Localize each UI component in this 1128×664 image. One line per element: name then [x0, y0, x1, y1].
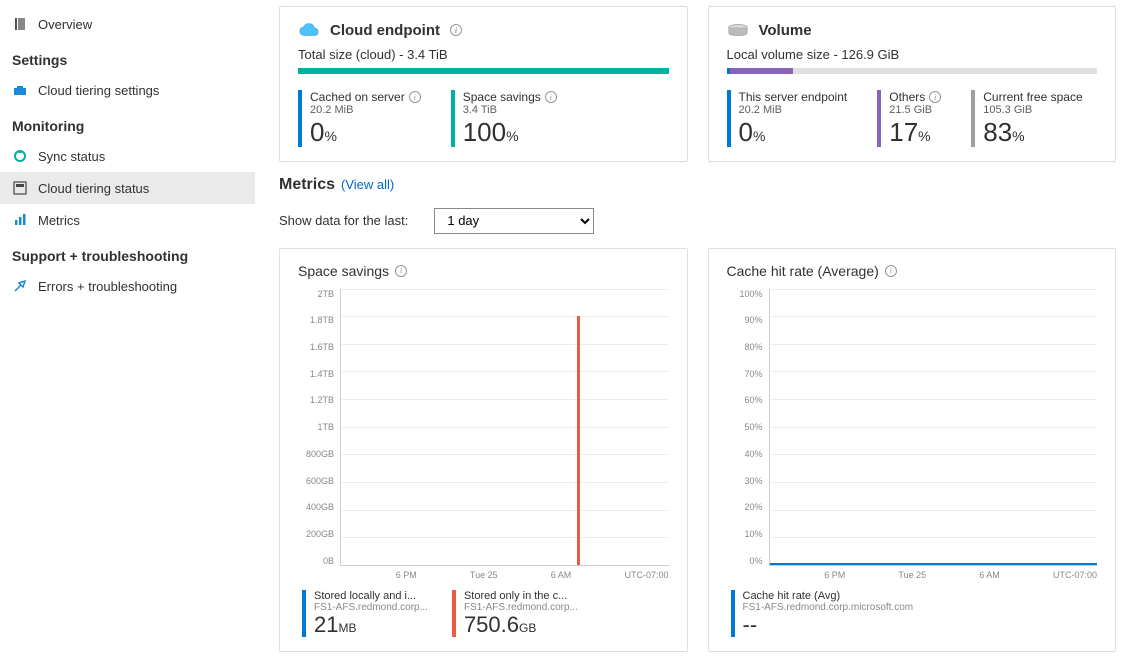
stat-space-savings: Space savingsi 3.4 TiB 100%: [451, 90, 557, 147]
nav-errors-troubleshooting[interactable]: Errors + troubleshooting: [0, 270, 255, 302]
toolbox-icon: [12, 82, 28, 98]
volume-card: Volume Local volume size - 126.9 GiB Thi…: [708, 6, 1117, 162]
cache-hit-plot[interactable]: 100%90%80%70%60%50%40%30%20%10%0%: [727, 289, 1098, 566]
card-subtitle: Local volume size - 126.9 GiB: [727, 47, 1098, 62]
filter-label: Show data for the last:: [279, 213, 408, 228]
stat-others: Othersi 21.5 GiB 17%: [877, 90, 941, 147]
x-axis: . 6 PM Tue 25 6 AM UTC-07:00: [769, 570, 1098, 580]
info-icon[interactable]: i: [450, 24, 462, 36]
info-icon[interactable]: i: [395, 265, 407, 277]
data-spike: [577, 316, 580, 565]
legend-cache-hit: Cache hit rate (Avg) FS1-AFS.redmond.cor…: [731, 590, 914, 637]
stat-accent: [451, 90, 455, 147]
y-axis: 2TB1.8TB1.6TB1.4TB1.2TB1TB800GB600GB400G…: [298, 289, 340, 566]
space-savings-chart: Space savings i 2TB1.8TB1.6TB1.4TB1.2TB1…: [279, 248, 688, 652]
stat-accent: [727, 90, 731, 147]
card-title: Volume: [759, 22, 812, 39]
volume-stats: This server endpoint 20.2 MiB 0% Othersi…: [727, 90, 1098, 147]
x-axis: . 6 PM Tue 25 6 AM UTC-07:00: [340, 570, 669, 580]
cache-hit-rate-chart: Cache hit rate (Average) i 100%90%80%70%…: [708, 248, 1117, 652]
nav-label: Errors + troubleshooting: [38, 279, 177, 294]
charts-row: Space savings i 2TB1.8TB1.6TB1.4TB1.2TB1…: [279, 248, 1116, 652]
nav-cloud-tiering-status[interactable]: Cloud tiering status: [0, 172, 255, 204]
legend-stored-cloud: Stored only in the c... FS1-AFS.redmond.…: [452, 590, 578, 637]
stat-this-endpoint: This server endpoint 20.2 MiB 0%: [727, 90, 848, 147]
overview-icon: [12, 16, 28, 32]
card-subtitle: Total size (cloud) - 3.4 TiB: [298, 47, 669, 62]
stat-free-space: Current free space 105.3 GiB 83%: [971, 90, 1082, 147]
sync-icon: [12, 148, 28, 164]
nav-label: Cloud tiering settings: [38, 83, 159, 98]
cloud-stats: Cached on serveri 20.2 MiB 0% Space savi…: [298, 90, 669, 147]
cloud-endpoint-card: Cloud endpoint i Total size (cloud) - 3.…: [279, 6, 688, 162]
chart-legend: Stored locally and i... FS1-AFS.redmond.…: [302, 590, 669, 637]
tiering-status-icon: [12, 180, 28, 196]
metrics-icon: [12, 212, 28, 228]
nav-label: Cloud tiering status: [38, 181, 149, 196]
cloud-size-bar: [298, 68, 669, 74]
nav-label: Sync status: [38, 149, 105, 164]
time-filter-row: Show data for the last: 1 day: [279, 208, 1116, 234]
main-content: Cloud endpoint i Total size (cloud) - 3.…: [255, 0, 1128, 664]
stat-accent: [298, 90, 302, 147]
data-line: [770, 563, 1098, 565]
stat-accent: [877, 90, 881, 147]
section-settings: Settings: [0, 40, 255, 74]
nav-overview[interactable]: Overview: [0, 8, 255, 40]
volume-size-bar: [727, 68, 1098, 74]
stat-cached-on-server: Cached on serveri 20.2 MiB 0%: [298, 90, 421, 147]
legend-stored-locally: Stored locally and i... FS1-AFS.redmond.…: [302, 590, 428, 637]
tools-icon: [12, 278, 28, 294]
cloud-icon: [298, 21, 320, 39]
section-monitoring: Monitoring: [0, 106, 255, 140]
disk-icon: [727, 21, 749, 39]
chart-legend: Cache hit rate (Avg) FS1-AFS.redmond.cor…: [731, 590, 1098, 637]
stat-accent: [971, 90, 975, 147]
card-title: Cloud endpoint: [330, 22, 440, 39]
sidebar: Overview Settings Cloud tiering settings…: [0, 0, 255, 664]
nav-label: Overview: [38, 17, 92, 32]
nav-label: Metrics: [38, 213, 80, 228]
metrics-heading: Metrics (View all): [279, 176, 1116, 194]
nav-cloud-tiering-settings[interactable]: Cloud tiering settings: [0, 74, 255, 106]
view-all-link[interactable]: (View all): [341, 177, 394, 192]
nav-metrics[interactable]: Metrics: [0, 204, 255, 236]
info-icon[interactable]: i: [885, 265, 897, 277]
info-icon[interactable]: i: [545, 91, 557, 103]
space-savings-plot[interactable]: 2TB1.8TB1.6TB1.4TB1.2TB1TB800GB600GB400G…: [298, 289, 669, 566]
nav-sync-status[interactable]: Sync status: [0, 140, 255, 172]
info-icon[interactable]: i: [929, 91, 941, 103]
summary-cards: Cloud endpoint i Total size (cloud) - 3.…: [279, 6, 1116, 162]
section-support: Support + troubleshooting: [0, 236, 255, 270]
y-axis: 100%90%80%70%60%50%40%30%20%10%0%: [727, 289, 769, 566]
time-range-select[interactable]: 1 day: [434, 208, 594, 234]
info-icon[interactable]: i: [409, 91, 421, 103]
